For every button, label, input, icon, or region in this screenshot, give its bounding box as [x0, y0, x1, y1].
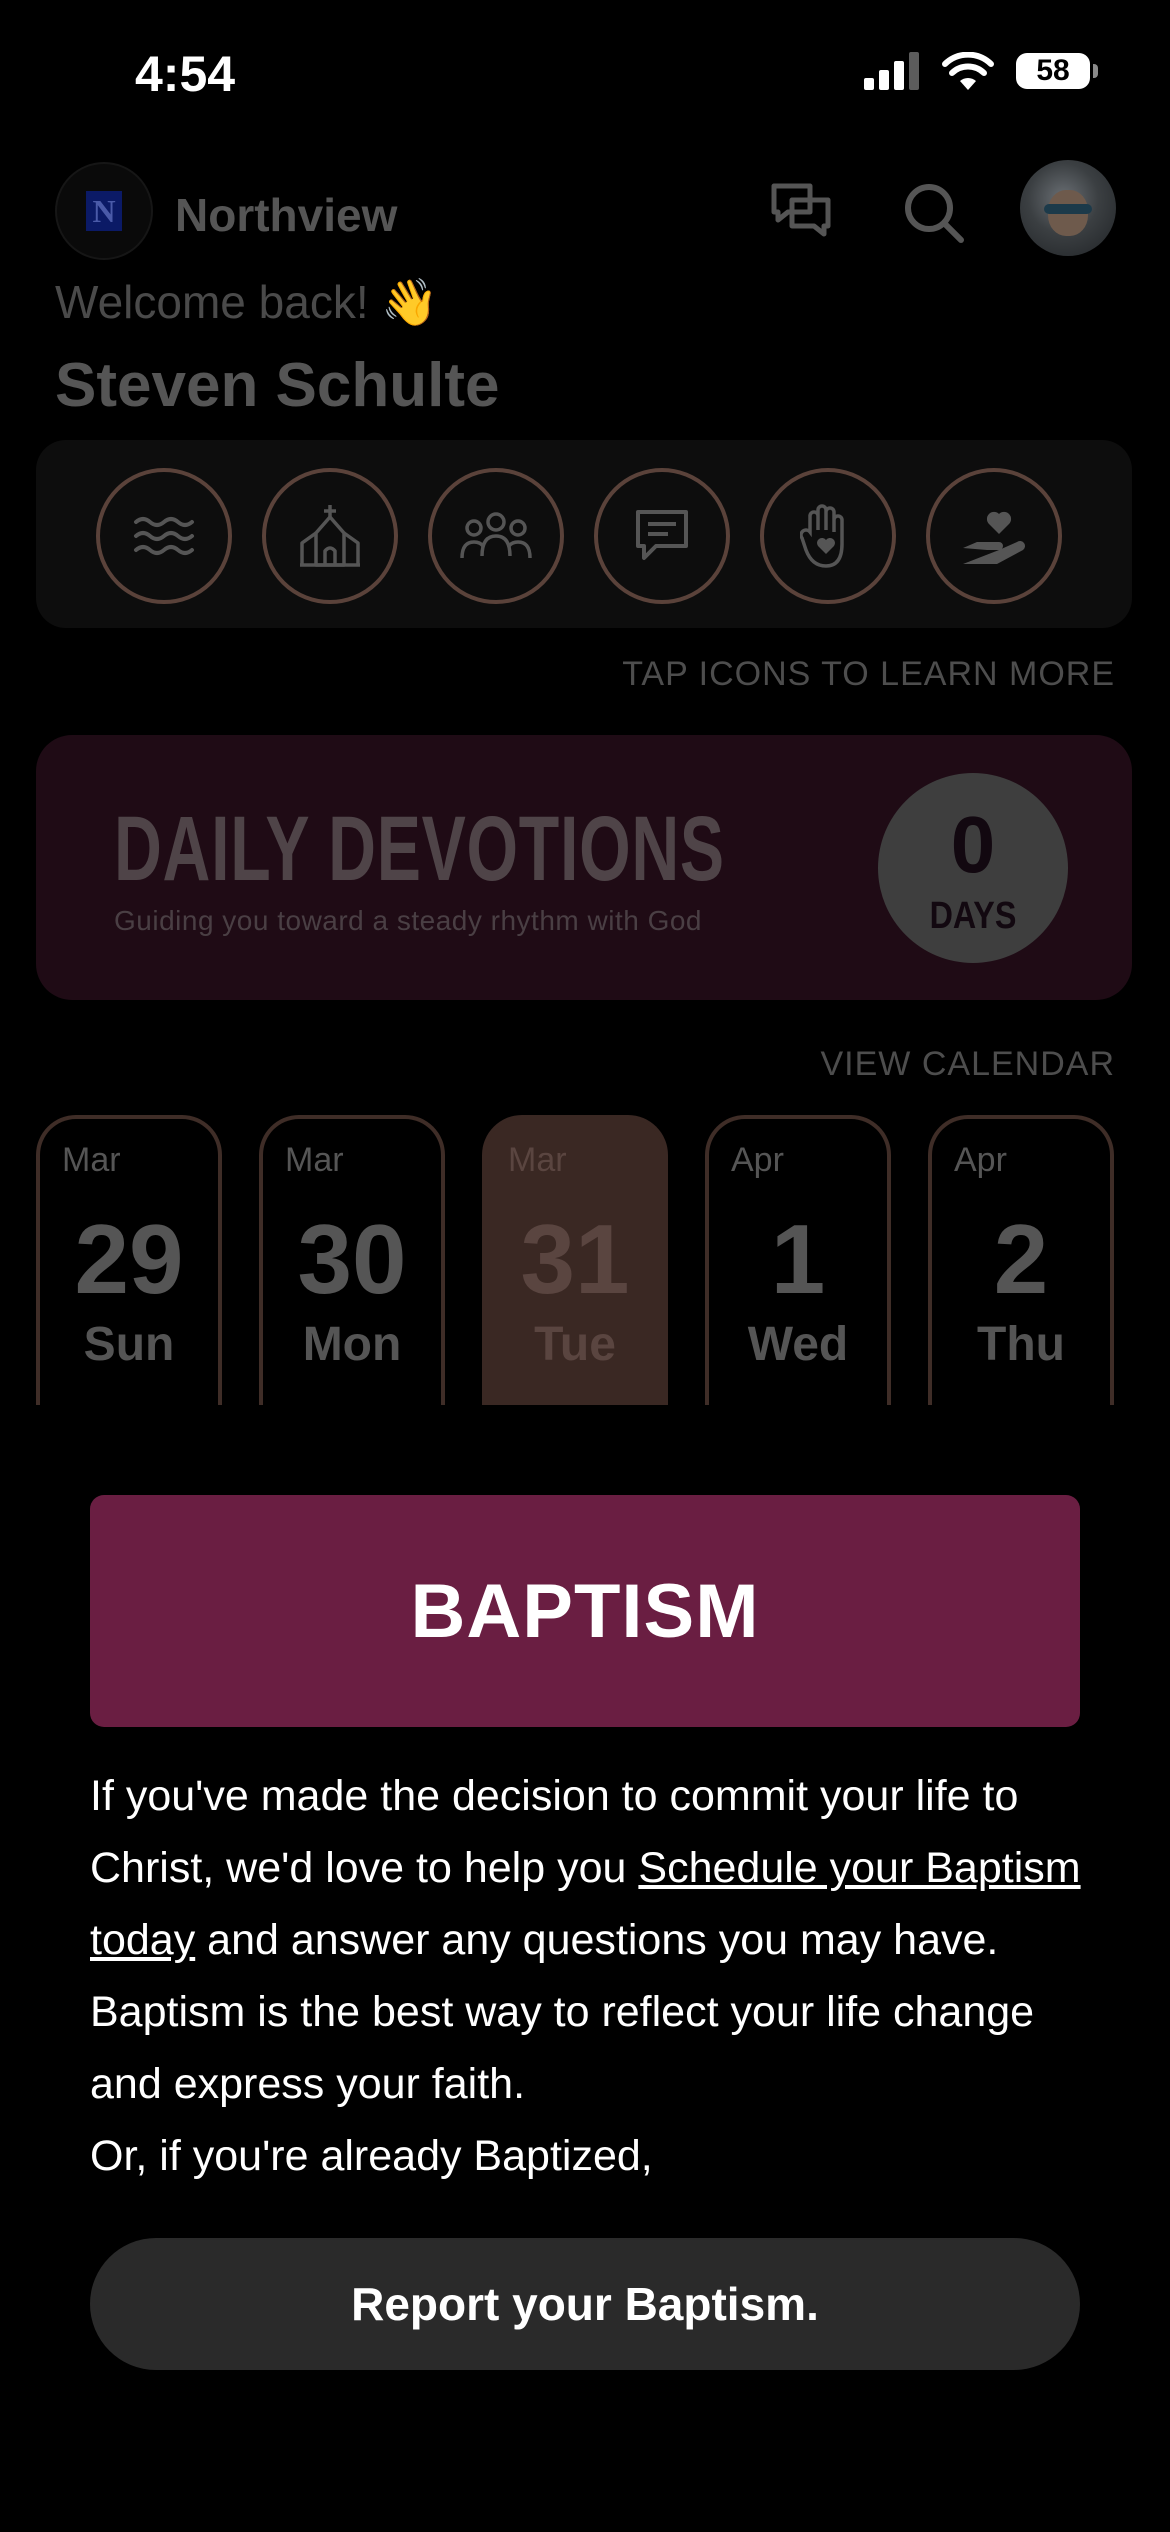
status-icons: 58 [864, 52, 1098, 90]
day-weekday: Mon [302, 1318, 402, 1371]
day-number: 30 [297, 1204, 407, 1314]
devotions-title: DAILY DEVOTIONS [114, 798, 725, 900]
messages-icon[interactable] [770, 182, 832, 240]
day-number: 2 [993, 1204, 1049, 1314]
day-weekday: Sun [83, 1318, 175, 1371]
home-screen-dimmed: N Northview Welcome back! 👋 Steven Schul… [0, 150, 1170, 1405]
report-baptism-button[interactable]: Report your Baptism. [90, 2238, 1080, 2370]
day-month: Mar [285, 1141, 344, 1179]
status-time: 4:54 [135, 46, 236, 102]
streak-count: 0 [950, 800, 996, 889]
devotion-streak-badge: 0 DAYS [878, 773, 1068, 963]
day-number: 29 [74, 1204, 184, 1314]
baptism-title: BAPTISM [410, 1568, 760, 1654]
day-month: Apr [954, 1141, 1007, 1179]
church-icon[interactable] [262, 468, 398, 604]
baptism-description: If you've made the decision to commit yo… [90, 1760, 1090, 2192]
battery-indicator: 58 [1016, 53, 1098, 89]
already-baptized-text: Or, if you're already Baptized, [90, 2132, 653, 2180]
day-month: Mar [62, 1141, 121, 1179]
streak-label: DAYS [929, 895, 1017, 937]
day-weekday: Wed [747, 1318, 849, 1371]
day-number: 1 [770, 1204, 826, 1314]
day-number: 31 [520, 1204, 630, 1314]
raised-hand-icon[interactable] [760, 468, 896, 604]
status-bar: 4:54 58 [0, 0, 1170, 150]
calendar-day[interactable]: Mar 30 Mon [259, 1115, 445, 1405]
day-weekday: Tue [534, 1318, 616, 1371]
user-name: Steven Schulte [55, 351, 500, 420]
baptism-banner: BAPTISM [90, 1495, 1080, 1727]
brand-name: Northview [175, 189, 398, 241]
top-nav: N Northview [55, 160, 1116, 260]
church-logo[interactable]: N [55, 162, 153, 260]
tap-icons-hint: TAP ICONS TO LEARN MORE [622, 655, 1115, 693]
wifi-icon [942, 52, 994, 90]
day-month: Mar [508, 1141, 567, 1179]
search-icon[interactable] [903, 182, 965, 244]
avatar[interactable] [1020, 160, 1116, 256]
waves-icon[interactable] [96, 468, 232, 604]
report-baptism-label: Report your Baptism. [351, 2278, 819, 2330]
quick-icons-tray [36, 440, 1132, 628]
daily-devotions-card[interactable]: DAILY DEVOTIONS Guiding you toward a ste… [36, 735, 1132, 1000]
cellular-signal-icon [864, 52, 919, 90]
calendar-day[interactable]: Apr 2 Thu [928, 1115, 1114, 1405]
day-month: Apr [731, 1141, 784, 1179]
view-calendar-link[interactable]: VIEW CALENDAR [821, 1045, 1116, 1084]
logo-letter: N [86, 191, 122, 231]
devotions-subtitle: Guiding you toward a steady rhythm with … [114, 905, 703, 936]
heart-in-hand-icon[interactable] [926, 468, 1062, 604]
group-icon[interactable] [428, 468, 564, 604]
welcome-text: Welcome back! 👋 [55, 276, 439, 328]
day-weekday: Thu [977, 1318, 1065, 1371]
description-text-cont: and answer any questions you may have. B… [90, 1916, 1035, 2108]
calendar-day[interactable]: Mar 29 Sun [36, 1115, 222, 1405]
calendar-day[interactable]: Apr 1 Wed [705, 1115, 891, 1405]
calendar-day-selected[interactable]: Mar 31 Tue [482, 1115, 668, 1405]
chat-bubble-icon[interactable] [594, 468, 730, 604]
